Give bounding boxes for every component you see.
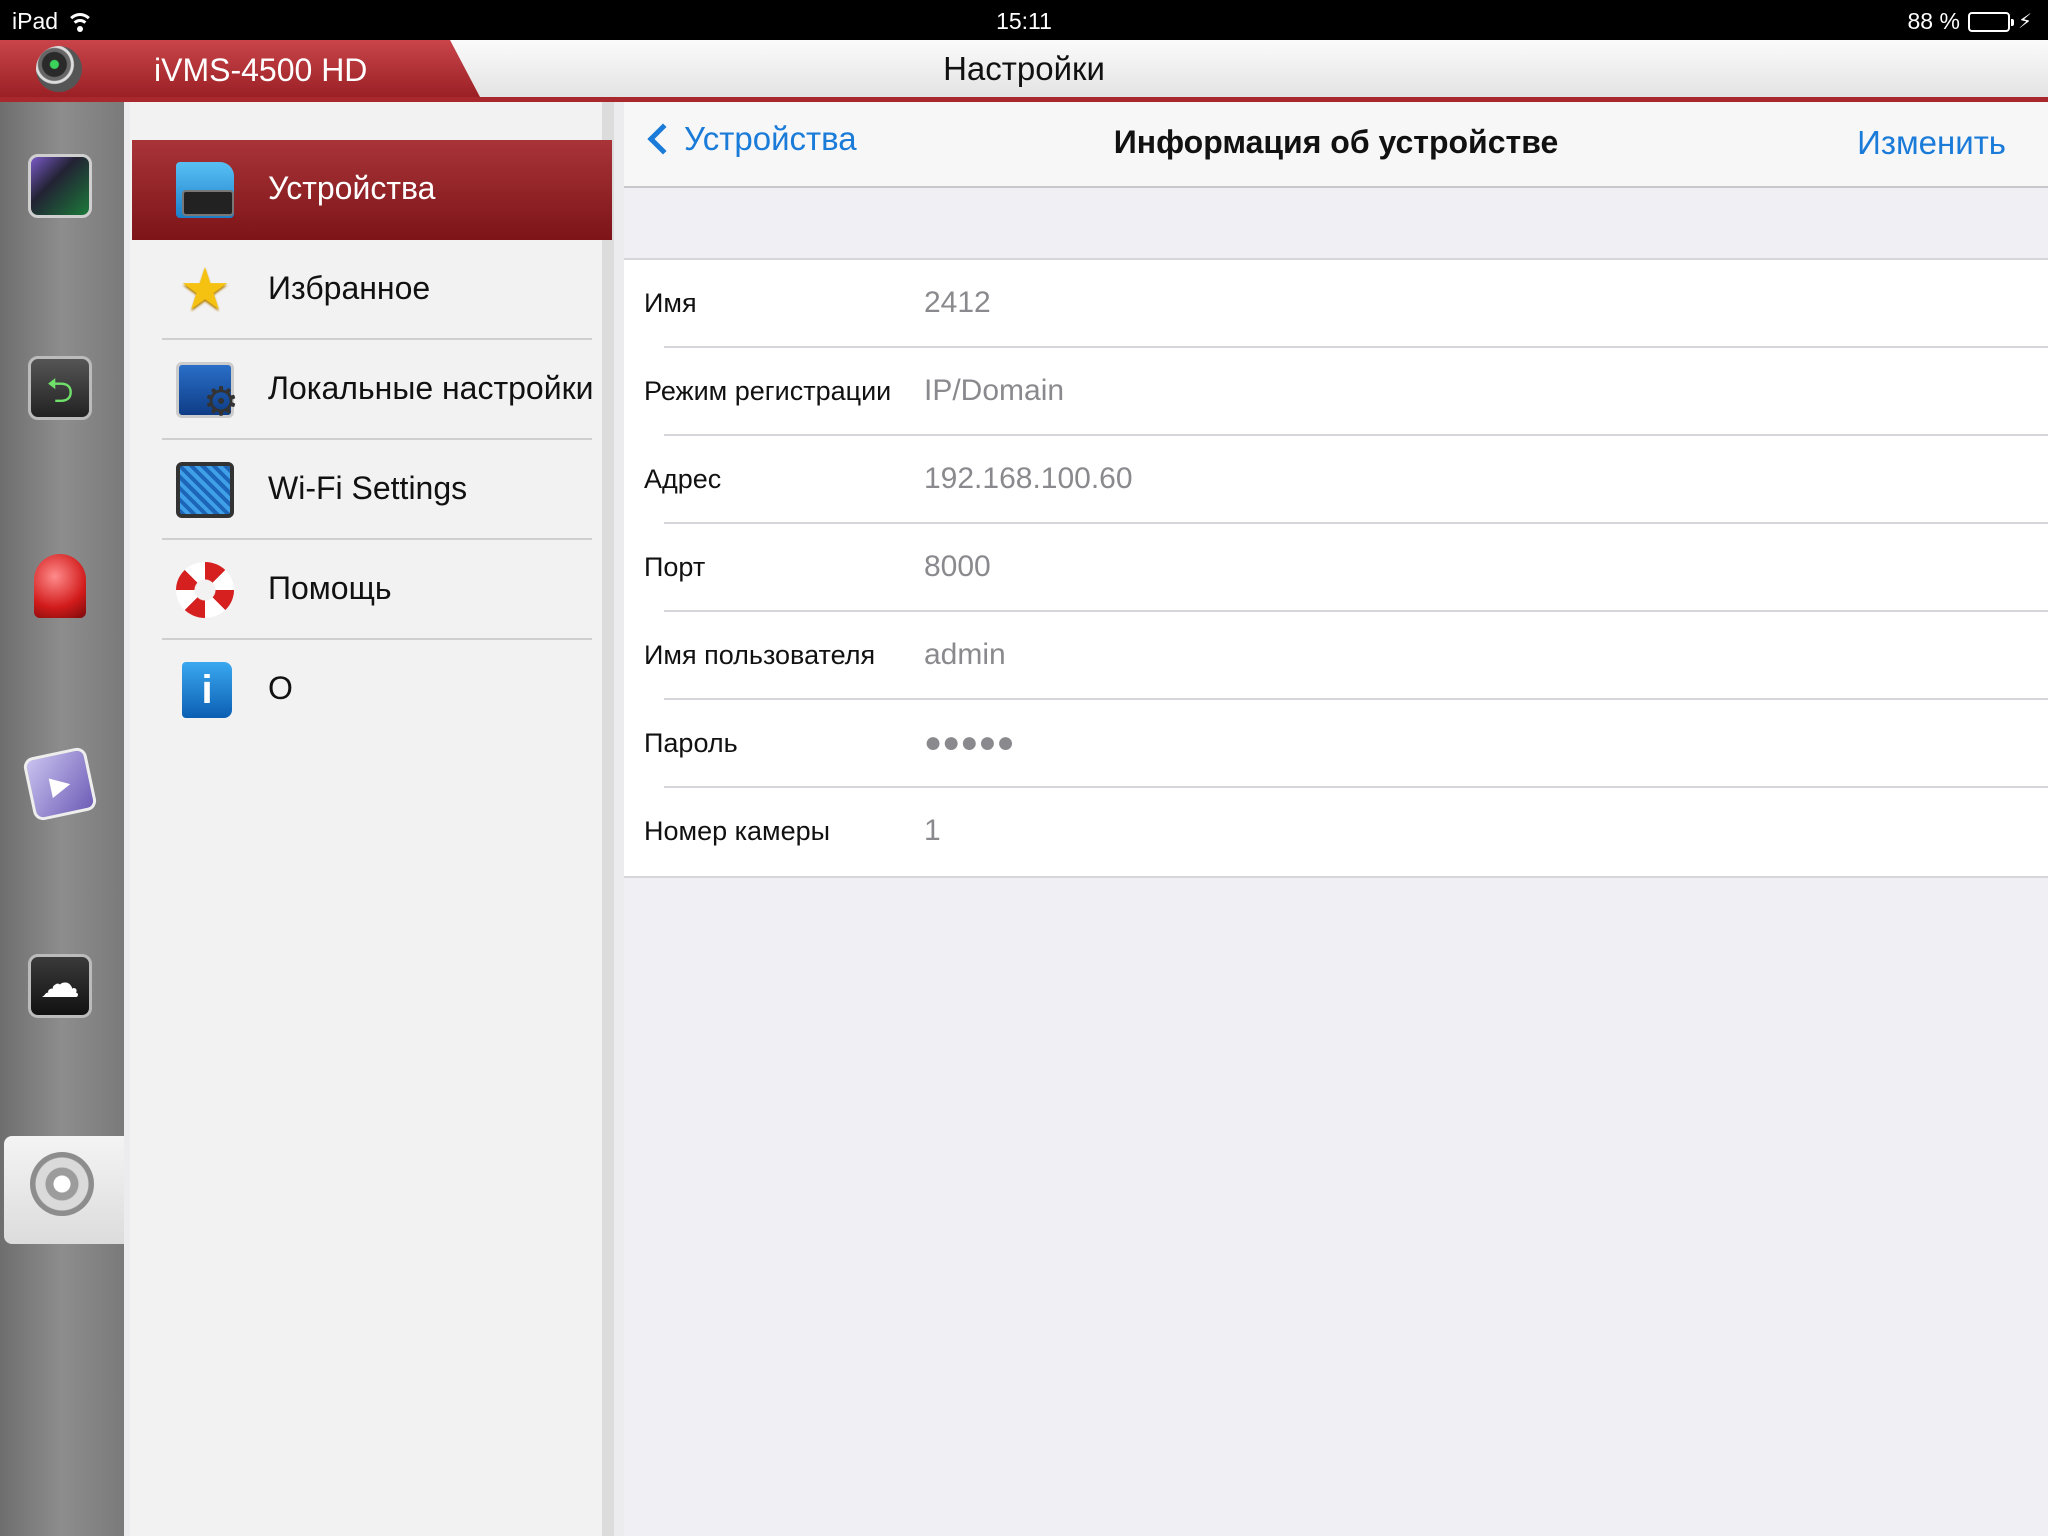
row-value: ●●●●● (924, 726, 1015, 759)
device-info-table: Имя 2412 Режим регистрации IP/Domain Адр… (624, 258, 2048, 878)
menu-item-label: Помощь (268, 570, 392, 606)
live-view-camera-icon[interactable] (28, 154, 92, 218)
row-label: Имя (644, 288, 697, 318)
info-row-port[interactable]: Порт 8000 (624, 524, 2048, 612)
detail-navbar: Устройства Информация об устройстве Изме… (624, 102, 2048, 188)
main-dock (0, 102, 124, 1536)
lifebuoy-icon (176, 562, 234, 618)
device-info-pane: Устройства Информация об устройстве Изме… (624, 102, 2048, 1536)
status-time: 15:11 (996, 8, 1052, 34)
battery-percent: 88 % (1907, 8, 1960, 34)
row-label: Пароль (644, 728, 738, 758)
row-label: Режим регистрации (644, 376, 892, 406)
menu-item-help[interactable]: Помощь (132, 540, 612, 640)
edit-button[interactable]: Изменить (1857, 124, 2006, 162)
row-value: 8000 (924, 550, 991, 583)
status-right: 88 % ⚡ (1908, 8, 2032, 35)
info-row-username[interactable]: Имя пользователя admin (624, 612, 2048, 700)
row-label: Номер камеры (644, 816, 831, 846)
row-label: Адрес (644, 464, 722, 494)
app-header: iVMS-4500 HD Настройки (0, 40, 2048, 102)
menu-item-local-settings[interactable]: Локальные настройки (132, 340, 612, 440)
menu-item-wifi-settings[interactable]: Wi-Fi Settings (132, 440, 612, 540)
menu-item-devices[interactable]: Устройства (132, 140, 612, 240)
info-book-icon: i (182, 662, 232, 718)
status-bar: iPad 15:11 88 % ⚡ (0, 0, 2048, 40)
menu-item-about[interactable]: i О (132, 640, 612, 740)
info-row-name[interactable]: Имя 2412 (624, 260, 2048, 348)
info-row-address[interactable]: Адрес 192.168.100.60 (624, 436, 2048, 524)
page-title: Настройки (943, 50, 1105, 87)
row-value: IP/Domain (924, 374, 1065, 407)
row-value: 1 (924, 814, 941, 847)
menu-item-label: Устройства (268, 170, 436, 206)
info-row-camera-number[interactable]: Номер камеры 1 (624, 788, 2048, 876)
cloud-storage-icon[interactable] (28, 954, 92, 1018)
star-icon: ★ (179, 257, 231, 322)
settings-menu: Устройства ★ Избранное Локальные настрой… (130, 102, 614, 1536)
menu-item-label: Избранное (268, 270, 431, 306)
settings-gear-icon[interactable] (30, 1152, 94, 1216)
row-value: 192.168.100.60 (924, 462, 1133, 495)
gallery-icon[interactable] (22, 746, 98, 822)
row-value: admin (924, 638, 1006, 671)
menu-item-label: Локальные настройки (268, 370, 594, 406)
alarm-siren-icon[interactable] (34, 554, 86, 618)
row-value: 2412 (924, 286, 991, 319)
wifi-settings-icon (176, 462, 234, 518)
menu-item-label: О (268, 670, 293, 706)
playback-icon[interactable] (28, 356, 92, 424)
local-settings-icon (176, 362, 239, 425)
charging-bolt-icon: ⚡ (2017, 11, 2032, 33)
battery-icon (1967, 11, 2014, 32)
menu-item-label: Wi-Fi Settings (268, 470, 468, 506)
detail-title: Информация об устройстве (1113, 124, 1559, 160)
row-label: Имя пользователя (644, 640, 876, 670)
menu-item-favorites[interactable]: ★ Избранное (132, 240, 612, 340)
info-row-registration-mode[interactable]: Режим регистрации IP/Domain (624, 348, 2048, 436)
info-row-password[interactable]: Пароль ●●●●● (624, 700, 2048, 788)
devices-folder-icon (176, 162, 234, 218)
row-label: Порт (644, 552, 706, 582)
